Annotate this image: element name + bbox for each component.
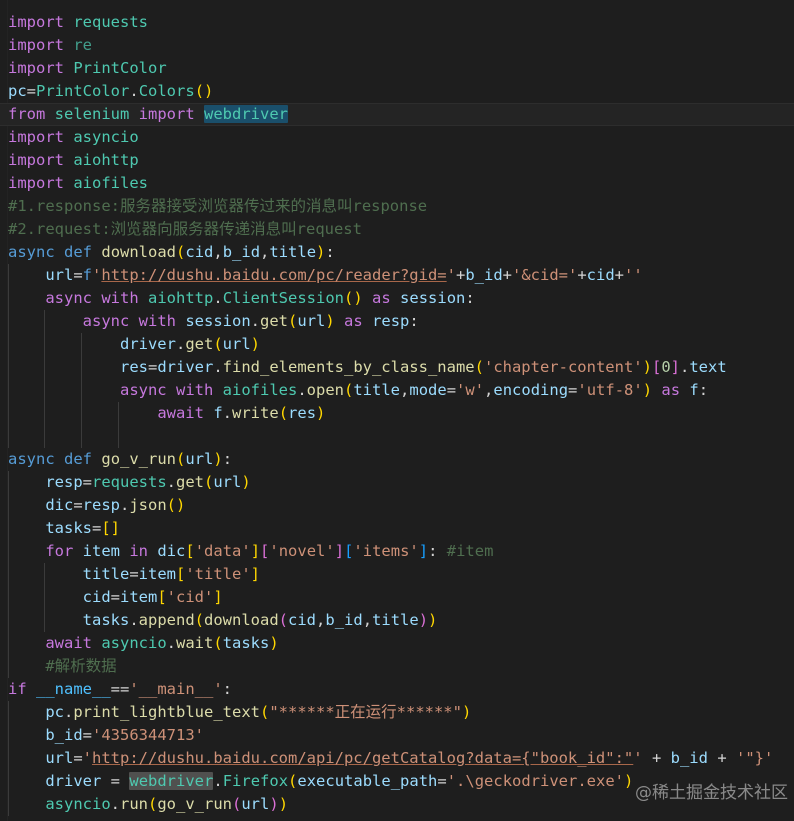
code-line[interactable]: tasks=[]: [0, 517, 794, 540]
code-line[interactable]: cid=item['cid']: [0, 586, 794, 609]
code-line[interactable]: b_id='4356344713': [0, 724, 794, 747]
code-line-comment[interactable]: #1.response:服务器接受浏览器传过来的消息叫response: [0, 195, 794, 218]
code-line[interactable]: url=f'http://dushu.baidu.com/pc/reader?g…: [0, 264, 794, 287]
code-line[interactable]: async with aiohttp.ClientSession() as se…: [0, 287, 794, 310]
code-line-comment[interactable]: #2.request:浏览器向服务器传递消息叫request: [0, 218, 794, 241]
code-line[interactable]: pc.print_lightblue_text("******正在运行*****…: [0, 701, 794, 724]
code-line[interactable]: asyncio.run(go_v_run(url)): [0, 793, 794, 816]
code-line[interactable]: await f.write(res): [0, 402, 794, 425]
code-line[interactable]: res=driver.find_elements_by_class_name('…: [0, 356, 794, 379]
code-line-comment[interactable]: #解析数据: [0, 655, 794, 678]
code-line[interactable]: await asyncio.wait(tasks): [0, 632, 794, 655]
code-line[interactable]: async def go_v_run(url):: [0, 448, 794, 471]
code-line[interactable]: title=item['title']: [0, 563, 794, 586]
code-content[interactable]: import requests import re import PrintCo…: [0, 11, 794, 816]
code-line-current[interactable]: from selenium import webdriver: [0, 103, 794, 126]
code-line[interactable]: tasks.append(download(cid,b_id,title)): [0, 609, 794, 632]
code-line[interactable]: async with aiofiles.open(title,mode='w',…: [0, 379, 794, 402]
code-line[interactable]: for item in dic['data']['novel']['items'…: [0, 540, 794, 563]
code-line[interactable]: pc=PrintColor.Colors(): [0, 80, 794, 103]
code-line[interactable]: driver.get(url): [0, 333, 794, 356]
code-editor[interactable]: import requests import re import PrintCo…: [0, 0, 794, 821]
code-line[interactable]: url='http://dushu.baidu.com/api/pc/getCa…: [0, 747, 794, 770]
code-line-blank[interactable]: [0, 425, 794, 448]
code-line[interactable]: async def download(cid,b_id,title):: [0, 241, 794, 264]
code-line[interactable]: import aiofiles: [0, 172, 794, 195]
occurrence-highlight-token[interactable]: webdriver: [129, 772, 214, 790]
code-line[interactable]: import re: [0, 34, 794, 57]
code-line[interactable]: async with session.get(url) as resp:: [0, 310, 794, 333]
code-line[interactable]: resp=requests.get(url): [0, 471, 794, 494]
code-line[interactable]: if __name__=='__main__':: [0, 678, 794, 701]
code-line[interactable]: import aiohttp: [0, 149, 794, 172]
selected-token[interactable]: webdriver: [204, 105, 289, 123]
code-line[interactable]: import asyncio: [0, 126, 794, 149]
code-line[interactable]: driver = webdriver.Firefox(executable_pa…: [0, 770, 794, 793]
code-line[interactable]: import PrintColor: [0, 57, 794, 80]
code-line[interactable]: dic=resp.json(): [0, 494, 794, 517]
code-line[interactable]: import requests: [0, 11, 794, 34]
